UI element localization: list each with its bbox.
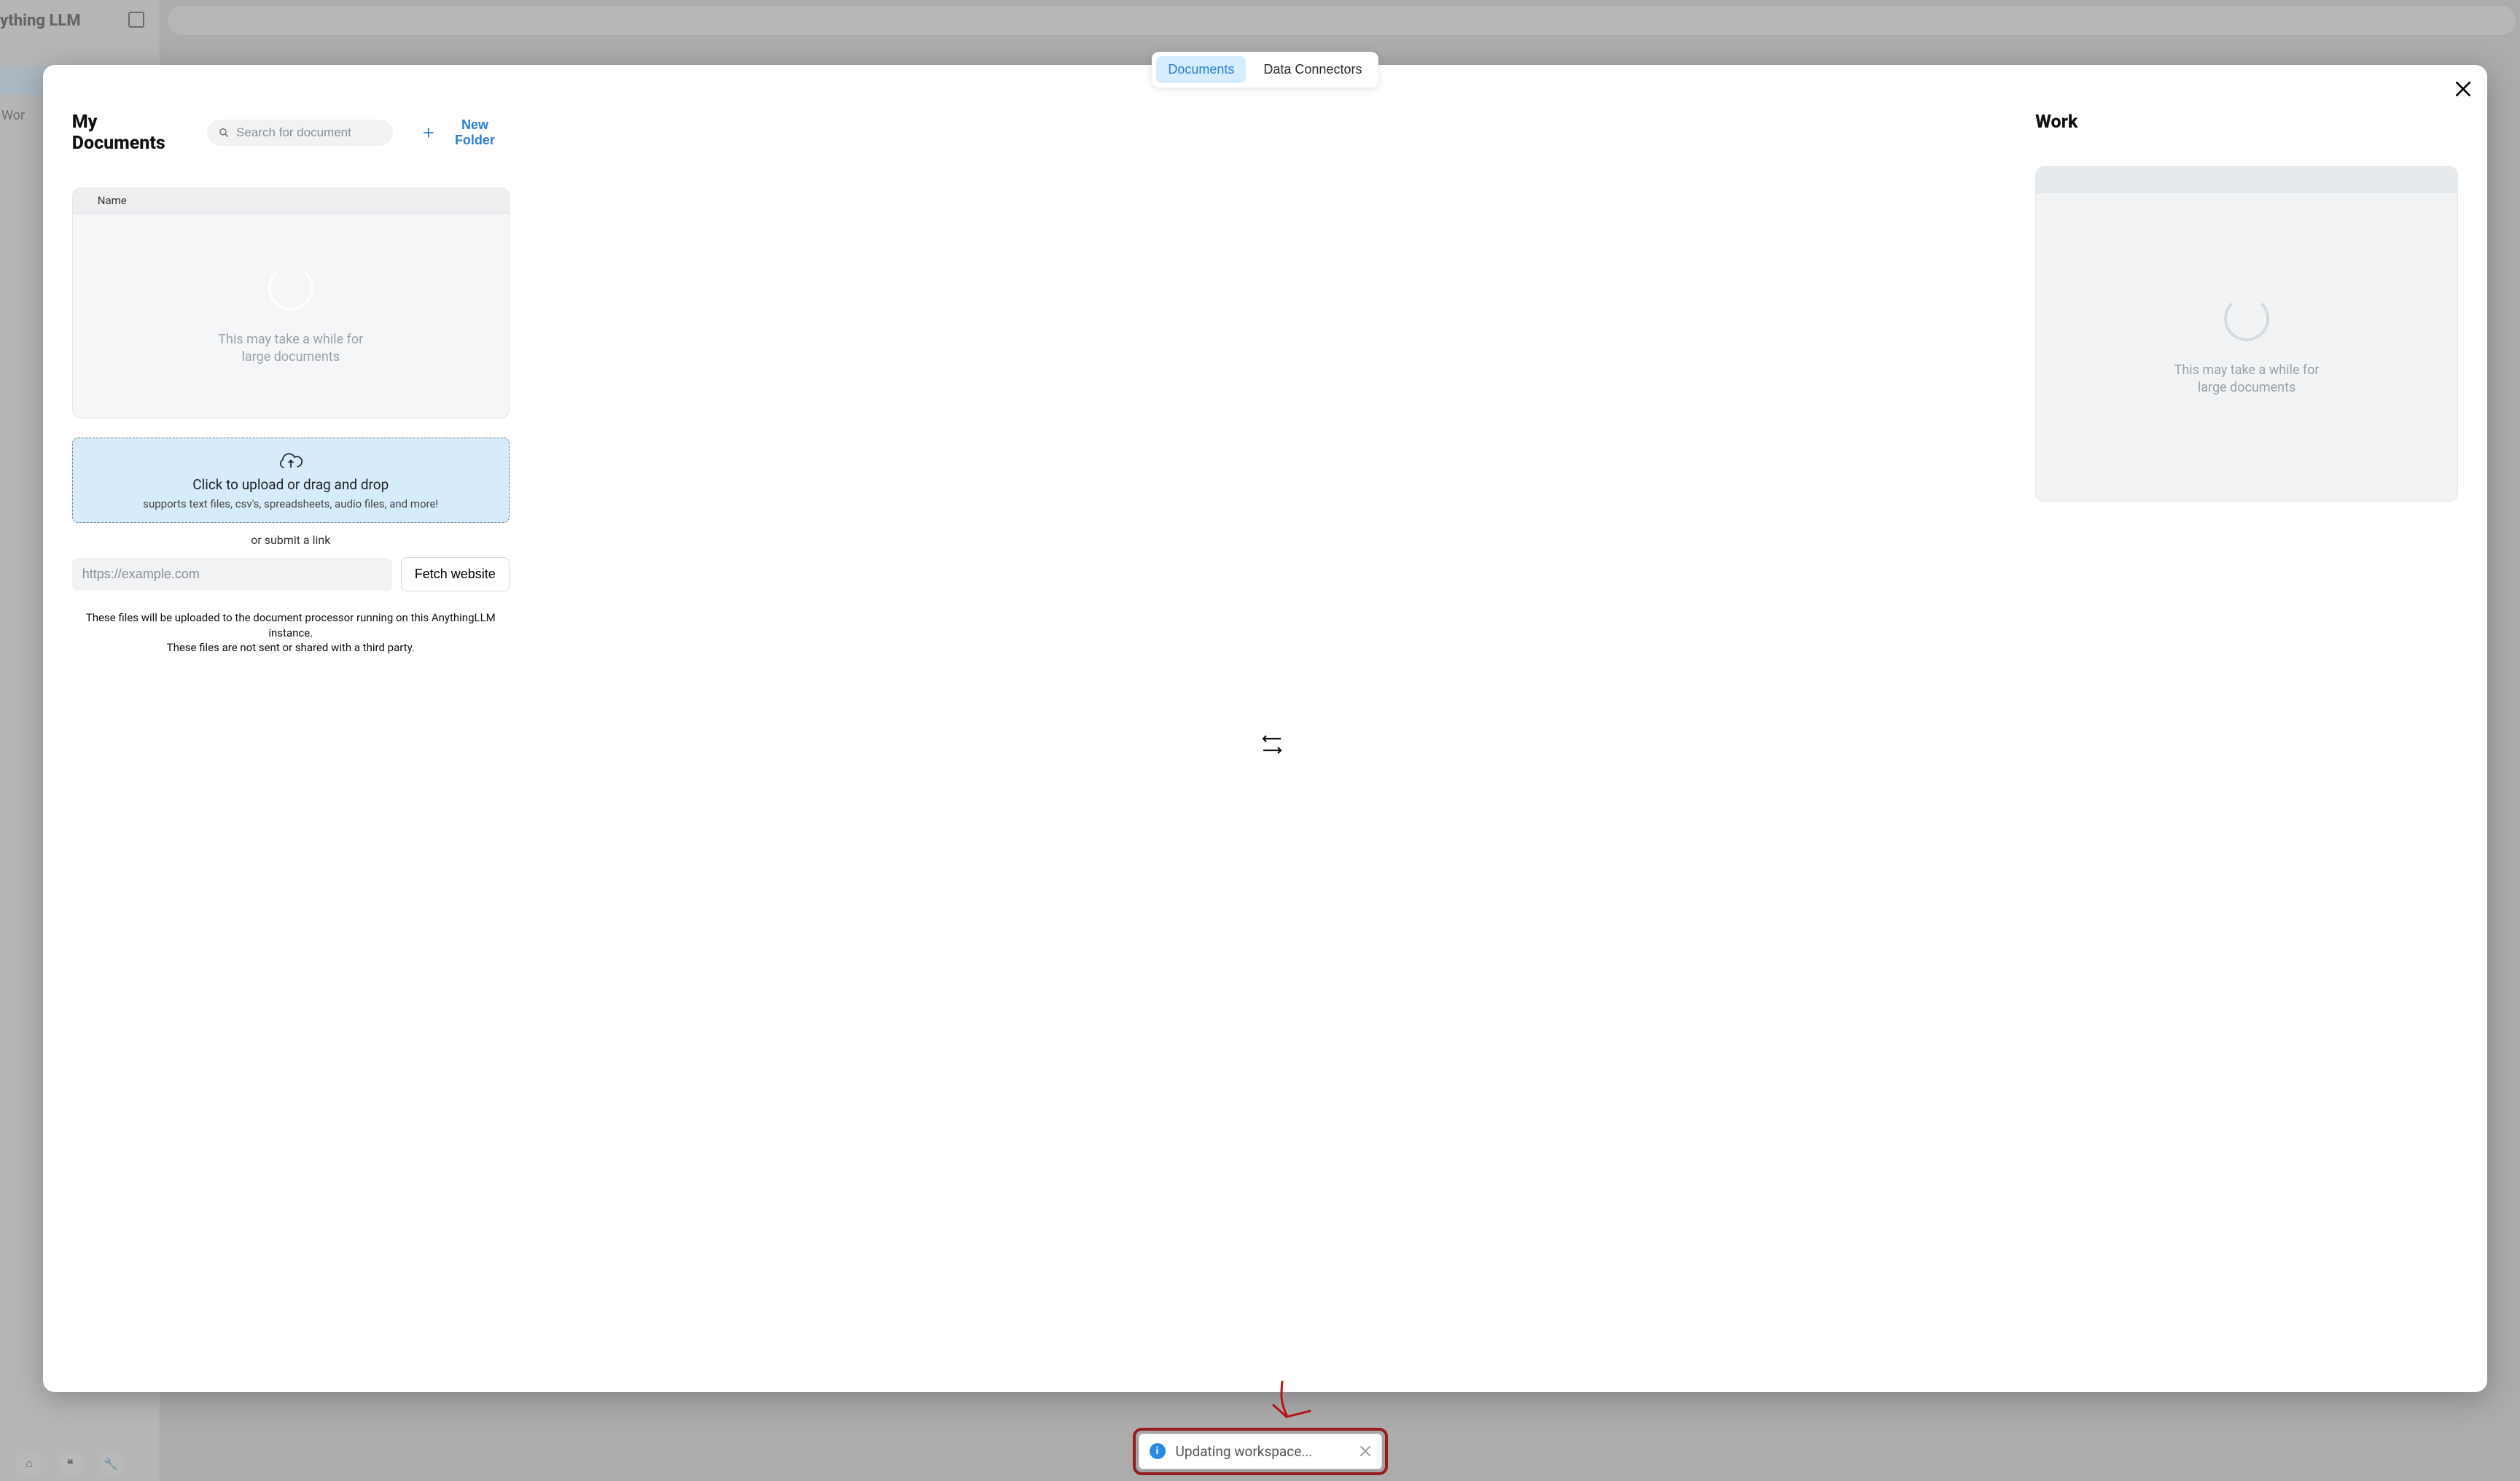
loading-text-line1: This may take a while for [218, 332, 363, 347]
new-folder-button[interactable]: New Folder [422, 117, 510, 148]
loading-spinner-icon [268, 265, 313, 311]
workspace-loading-spinner-icon [2224, 296, 2269, 341]
cloud-upload-icon [278, 451, 303, 472]
my-documents-name-header: Name [73, 188, 509, 214]
toast-text: Updating workspace... [1176, 1443, 1349, 1460]
search-icon [219, 127, 229, 139]
search-input[interactable] [236, 125, 381, 140]
or-submit-link-label: or submit a link [72, 533, 510, 547]
workspace-panel: Name This may take a while for large doc… [2035, 166, 2458, 502]
search-field[interactable] [207, 120, 393, 146]
dropzone-main-text: Click to upload or drag and drop [192, 476, 389, 493]
workspace-loading-line1: This may take a while for [2174, 362, 2320, 378]
modal-tabs: Documents Data Connectors [1152, 52, 1378, 88]
toast-close-icon[interactable] [1360, 1445, 1371, 1457]
workspace-name-header: Name [2036, 167, 2457, 193]
tab-data-connectors[interactable]: Data Connectors [1252, 56, 1373, 83]
annotation-highlight-box: i Updating workspace... [1133, 1428, 1388, 1475]
documents-modal: Documents Data Connectors My Documents [43, 65, 2487, 1392]
url-input[interactable] [72, 558, 392, 591]
fetch-website-button[interactable]: Fetch website [401, 557, 510, 591]
close-icon[interactable] [2454, 79, 2473, 98]
plus-icon [422, 126, 435, 139]
info-icon: i [1150, 1443, 1166, 1459]
workspace-loading-line2: large documents [2198, 380, 2295, 395]
new-folder-label: New Folder [440, 117, 510, 148]
tab-documents[interactable]: Documents [1156, 56, 1246, 83]
toast: i Updating workspace... [1133, 1428, 1388, 1475]
workspace-title: Work [2035, 112, 2458, 133]
disclaimer-line1: These files will be uploaded to the docu… [72, 610, 510, 640]
loading-text-line2: large documents [242, 349, 340, 365]
dropzone-sub-text: supports text files, csv's, spreadsheets… [143, 497, 438, 510]
my-documents-title: My Documents [72, 112, 192, 154]
disclaimer-line2: These files are not sent or shared with … [72, 640, 510, 655]
my-documents-panel: Name This may take a while for large doc… [72, 187, 510, 419]
swap-arrows-icon[interactable] [1257, 730, 1287, 759]
upload-dropzone[interactable]: Click to upload or drag and drop support… [72, 438, 510, 523]
